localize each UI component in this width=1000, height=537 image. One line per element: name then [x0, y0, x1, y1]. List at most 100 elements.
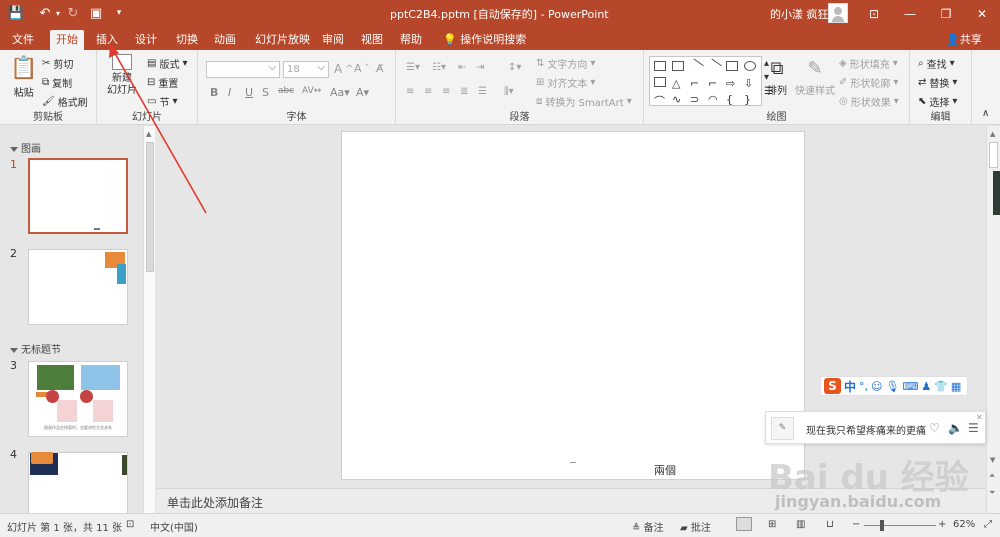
numbering-icon[interactable]: ☷▾: [432, 62, 446, 73]
font-name-combo[interactable]: [206, 60, 280, 78]
grow-font-icon[interactable]: A ^: [334, 62, 354, 76]
align-text-button[interactable]: ⊞ 对齐文本 ▾: [536, 75, 595, 90]
new-slide-button[interactable]: 新建 幻灯片: [107, 54, 137, 97]
tab-review[interactable]: 审阅: [316, 30, 350, 50]
language-status[interactable]: 中文(中国): [150, 519, 198, 534]
restore-icon[interactable]: ❐: [928, 0, 964, 27]
bold-icon[interactable]: B: [210, 86, 218, 99]
slide-sorter-icon[interactable]: ⊞: [768, 519, 776, 530]
ime-toolbar[interactable]: S 中 °, ☺ 🎙 ⌨ ♟ 👕 ▦: [820, 376, 968, 396]
shapes-gallery[interactable]: △ ⌐ ⌐ ⇨ ⇩ ⌒ ∿ ⊃ ◠ { }: [649, 56, 762, 108]
sogou-logo-icon[interactable]: S: [824, 378, 841, 394]
toolbox-icon[interactable]: ▦: [951, 380, 961, 393]
right-arrow-shape-icon[interactable]: ⇨: [726, 77, 738, 90]
prev-slide-icon[interactable]: ⏶: [989, 471, 995, 481]
justify-icon[interactable]: ≣: [460, 86, 468, 97]
smartart-button[interactable]: ⧈ 转换为 SmartArt ▾: [536, 94, 632, 109]
align-left-icon[interactable]: ≡: [406, 86, 414, 97]
skin-icon[interactable]: 👕: [934, 380, 948, 393]
tab-animations[interactable]: 动画: [208, 30, 242, 50]
collapse-ribbon-icon[interactable]: ∧: [982, 108, 989, 119]
redo-icon[interactable]: ↻: [66, 5, 80, 21]
scroll-thumb[interactable]: [989, 142, 998, 168]
slide-thumbnail-4[interactable]: [28, 452, 128, 513]
fit-to-window-icon[interactable]: ⤢: [984, 519, 992, 530]
present-icon[interactable]: ▣: [88, 5, 104, 21]
columns-icon[interactable]: ⫼▾: [504, 86, 514, 97]
curve-shape-icon[interactable]: ∿: [672, 93, 684, 106]
select-button[interactable]: ⬉ 选择 ▾: [918, 94, 957, 109]
oval-shape-icon[interactable]: [744, 61, 756, 71]
tab-help[interactable]: 帮助: [394, 30, 428, 50]
ime-mode[interactable]: 中: [844, 378, 856, 395]
brace-left-shape-icon[interactable]: {: [726, 93, 738, 106]
heart-icon[interactable]: ♡: [929, 421, 940, 435]
slide-thumbnail-3[interactable]: 图画作品在排版时，也要讲究主次关系: [28, 361, 128, 437]
user-icon[interactable]: ♟: [921, 380, 931, 393]
close-icon[interactable]: ✕: [964, 0, 1000, 27]
zoom-level[interactable]: 62%: [953, 519, 975, 530]
ribbon-display-options-icon[interactable]: ⊡: [856, 0, 892, 27]
emoji-icon[interactable]: ☺: [871, 380, 882, 393]
spell-check-icon[interactable]: ⊡: [126, 519, 134, 530]
slide-thumbnail-1[interactable]: [28, 158, 128, 234]
keyboard-icon[interactable]: ⌨: [902, 380, 918, 393]
underline-icon[interactable]: U: [245, 86, 253, 99]
arc-shape-icon[interactable]: ◠: [708, 93, 720, 106]
avatar[interactable]: [828, 3, 848, 23]
shape-fill-button[interactable]: ◈ 形状填充 ▾: [839, 56, 898, 71]
quick-styles-button[interactable]: ✎ 快速样式: [795, 58, 835, 97]
increase-indent-icon[interactable]: ⇥: [476, 62, 484, 73]
align-right-icon[interactable]: ≡: [442, 86, 450, 97]
next-slide-icon[interactable]: ⏷: [989, 488, 995, 498]
side-panel-handle[interactable]: [993, 171, 1000, 215]
strikethrough-icon[interactable]: abc: [278, 86, 294, 96]
elbow2-shape-icon[interactable]: ⌐: [708, 77, 720, 90]
scroll-up-icon[interactable]: ▲: [990, 130, 995, 138]
layout-button[interactable]: ▤ 版式 ▾: [147, 56, 187, 71]
format-painter-button[interactable]: 🖌 格式刷: [42, 94, 88, 109]
shrink-font-icon[interactable]: Aˇ: [354, 62, 369, 75]
normal-view-icon[interactable]: [736, 517, 752, 531]
volume-icon[interactable]: 🔈: [948, 421, 963, 435]
microphone-icon[interactable]: 🎙: [885, 380, 899, 393]
rectangle-shape-icon[interactable]: [654, 61, 666, 71]
section-header-1[interactable]: 图画: [10, 140, 41, 155]
section-button[interactable]: ▭ 节 ▾: [147, 94, 177, 109]
punctuation-icon[interactable]: °,: [859, 380, 868, 393]
square-shape-icon[interactable]: [726, 61, 738, 71]
char-spacing-icon[interactable]: AV↔: [302, 86, 321, 96]
tab-transitions[interactable]: 切换: [170, 30, 204, 50]
slide-thumbnail-2[interactable]: [28, 249, 128, 325]
find-button[interactable]: ⌕ 查找 ▾: [918, 56, 955, 71]
elbow-shape-icon[interactable]: ⌐: [690, 77, 702, 90]
zoom-out-icon[interactable]: −: [852, 519, 860, 530]
minimize-icon[interactable]: —: [892, 0, 928, 27]
zoom-in-icon[interactable]: +: [938, 519, 946, 530]
shape-outline-button[interactable]: ✐ 形状轮廓 ▾: [839, 75, 898, 90]
font-color-icon[interactable]: A▾: [356, 86, 369, 99]
comments-toggle-button[interactable]: ▰ 批注: [680, 519, 711, 534]
zoom-slider[interactable]: [864, 525, 936, 526]
arrange-button[interactable]: ⧉ 排列: [767, 58, 787, 97]
shape-effects-button[interactable]: ◎ 形状效果 ▾: [839, 94, 899, 109]
reset-button[interactable]: ⊟ 重置: [147, 75, 178, 90]
zoom-slider-thumb[interactable]: [880, 520, 884, 531]
save-icon[interactable]: 💾: [8, 5, 24, 21]
line-shape-icon[interactable]: [688, 58, 704, 74]
down-arrow-shape-icon[interactable]: ⇩: [744, 77, 756, 90]
paste-button[interactable]: 📋 粘贴: [10, 56, 37, 99]
textbox-shape-icon[interactable]: [672, 61, 684, 71]
slide-footer-text[interactable]: 兩個: [654, 462, 676, 478]
user-name[interactable]: 的小漾 疯狂: [770, 6, 829, 22]
tell-me-search[interactable]: 💡 操作说明搜索: [437, 30, 532, 50]
triangle-shape-icon[interactable]: △: [672, 77, 684, 90]
clear-format-icon[interactable]: A̸: [376, 62, 384, 75]
text-direction-button[interactable]: ⇅ 文字方向 ▾: [536, 56, 595, 71]
tab-design[interactable]: 设计: [129, 30, 163, 50]
close-popup-icon[interactable]: ✕: [976, 413, 983, 422]
cut-button[interactable]: ✂ 剪切: [42, 56, 73, 71]
brace-right-shape-icon[interactable]: }: [744, 93, 756, 106]
bullets-icon[interactable]: ☰▾: [406, 62, 420, 73]
scroll-thumb[interactable]: [146, 142, 154, 272]
